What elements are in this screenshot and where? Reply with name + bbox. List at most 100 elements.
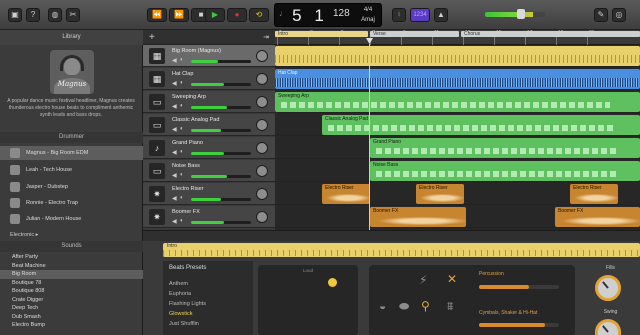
headphones-icon[interactable]: ◐ xyxy=(180,57,184,63)
swing-knob[interactable] xyxy=(595,319,621,335)
track-header[interactable]: ▦ Hat Clap ◀ ◐ xyxy=(143,68,275,90)
track-volume-slider[interactable] xyxy=(191,221,251,224)
track-region[interactable]: Electro Riser xyxy=(322,184,370,204)
track-header[interactable]: ✷ Boomer FX ◀ ◐ xyxy=(143,206,275,228)
mute-icon[interactable]: ◀ xyxy=(172,57,177,64)
preset-item[interactable]: Just Shufflin xyxy=(163,319,253,329)
track-volume-slider[interactable] xyxy=(191,83,251,86)
record-button[interactable]: ● xyxy=(227,8,247,22)
track-header[interactable]: ▭ Sweeping Arp ◀ ◐ xyxy=(143,91,275,113)
track-region[interactable]: Electro Riser xyxy=(416,184,464,204)
track-header[interactable]: ▭ Classic Analog Pad ◀ ◐ xyxy=(143,114,275,136)
track-pan-knob[interactable] xyxy=(256,211,268,223)
headphones-icon[interactable]: ◐ xyxy=(180,80,184,86)
track-volume-slider[interactable] xyxy=(191,152,251,155)
track-pan-knob[interactable] xyxy=(256,188,268,200)
metronome-button[interactable]: ▲ xyxy=(434,8,448,22)
preset-item[interactable]: Flashing Lights xyxy=(163,299,253,309)
cycle-button[interactable]: ⟲ xyxy=(249,8,269,22)
lightning-icon[interactable]: ⚡ xyxy=(419,273,427,287)
library-button[interactable]: ▣ xyxy=(8,8,22,22)
kick-drum-icon[interactable]: ◒ xyxy=(379,299,386,313)
sound-item[interactable]: Beat Machine xyxy=(0,262,143,271)
headphones-icon[interactable]: ◐ xyxy=(180,126,184,132)
percussion-slider[interactable] xyxy=(479,285,559,289)
headphones-icon[interactable]: ◐ xyxy=(180,149,184,155)
editors-button[interactable]: ✂ xyxy=(66,8,80,22)
count-in-button[interactable]: 1234 xyxy=(410,8,430,22)
preset-item[interactable]: Euphoria xyxy=(163,289,253,299)
track-volume-slider[interactable] xyxy=(191,175,251,178)
ruler[interactable]: 13579111315171921IntroVerseChorus xyxy=(275,30,640,45)
drummer-item[interactable]: Leah - Tech House xyxy=(0,163,143,177)
help-button[interactable]: ? xyxy=(26,8,40,22)
hihat-icon[interactable]: ⩩ xyxy=(447,299,453,314)
smart-controls-button[interactable]: ◍ xyxy=(48,8,62,22)
track-region[interactable]: Boomer FX xyxy=(370,207,466,227)
mute-icon[interactable]: ◀ xyxy=(172,103,177,110)
shaker-icon[interactable]: ⚲ xyxy=(421,299,430,313)
mute-icon[interactable]: ◀ xyxy=(172,218,177,225)
tracks-area[interactable]: 13579111315171921IntroVerseChorus Hat Cl… xyxy=(275,30,640,230)
cymbals-slider[interactable] xyxy=(479,323,559,327)
editor-region[interactable]: Intro xyxy=(163,243,640,257)
xy-pad[interactable]: Loud xyxy=(258,265,358,335)
mute-icon[interactable]: ◀ xyxy=(172,149,177,156)
track-pan-knob[interactable] xyxy=(256,96,268,108)
track-pan-knob[interactable] xyxy=(256,50,268,62)
track-region[interactable]: Electro Riser xyxy=(570,184,618,204)
fills-knob[interactable] xyxy=(595,275,621,301)
preset-item[interactable]: Glowstick xyxy=(163,309,253,319)
play-button[interactable]: ▶ xyxy=(205,8,225,22)
playhead[interactable] xyxy=(369,44,370,230)
tuner-button[interactable]: ♮ xyxy=(392,8,406,22)
headphones-icon[interactable]: ◐ xyxy=(180,218,184,224)
track-header[interactable]: ✷ Electro Riser ◀ ◐ xyxy=(143,183,275,205)
mute-icon[interactable]: ◀ xyxy=(172,195,177,202)
sound-item[interactable]: Boutique 78 xyxy=(0,279,143,288)
rewind-button[interactable]: ⏪ xyxy=(147,8,167,22)
sound-item[interactable]: Deep Tech xyxy=(0,304,143,313)
mute-icon[interactable]: ◀ xyxy=(172,126,177,133)
filter-icon[interactable]: ⇥ xyxy=(263,33,269,41)
drummer-item[interactable]: Jasper - Dubstep xyxy=(0,180,143,194)
notepad-button[interactable]: ✎ xyxy=(594,8,608,22)
headphones-icon[interactable]: ◐ xyxy=(180,195,184,201)
loop-browser-button[interactable]: ◎ xyxy=(612,8,626,22)
sound-item[interactable]: Dub Smash xyxy=(0,313,143,322)
xy-pad-puck[interactable] xyxy=(328,278,337,287)
forward-button[interactable]: ⏩ xyxy=(169,8,189,22)
snare-icon[interactable]: ⬬ xyxy=(399,299,409,314)
time-signature[interactable]: 4/4 xyxy=(357,7,379,13)
genre-selector[interactable]: Electronic ▸ xyxy=(10,232,38,238)
sound-item[interactable]: Boutique 808 xyxy=(0,287,143,296)
mute-icon[interactable]: ◀ xyxy=(172,172,177,179)
track-pan-knob[interactable] xyxy=(256,73,268,85)
drummer-item[interactable]: Julian - Modern House xyxy=(0,212,143,226)
master-volume-slider[interactable] xyxy=(485,12,545,17)
headphones-icon[interactable]: ◐ xyxy=(180,172,184,178)
track-pan-knob[interactable] xyxy=(256,119,268,131)
sound-item[interactable]: Big Room xyxy=(0,270,143,279)
mute-icon[interactable]: ◀ xyxy=(172,80,177,87)
preset-item[interactable]: Anthem xyxy=(163,279,253,289)
arrangement-marker[interactable]: Verse xyxy=(370,31,459,37)
arrangement-marker[interactable]: Chorus xyxy=(461,31,640,37)
sound-item[interactable]: Crate Digger xyxy=(0,296,143,305)
track-pan-knob[interactable] xyxy=(256,165,268,177)
lcd-display[interactable]: ♩ 5 1 128 4/4 Amaj xyxy=(274,3,382,27)
sound-item[interactable]: After Party xyxy=(0,253,143,262)
drummer-item[interactable]: Magnus - Big Room EDM xyxy=(0,146,143,160)
key-signature[interactable]: Amaj xyxy=(357,17,379,23)
track-volume-slider[interactable] xyxy=(191,129,251,132)
drumsticks-icon[interactable]: ✕ xyxy=(447,272,457,286)
track-volume-slider[interactable] xyxy=(191,60,251,63)
track-volume-slider[interactable] xyxy=(191,198,251,201)
sound-item[interactable]: Electro Bump xyxy=(0,321,143,330)
track-header[interactable]: ♪ Grand Piano ◀ ◐ xyxy=(143,137,275,159)
track-region[interactable]: Boomer FX xyxy=(555,207,640,227)
track-header[interactable]: ▭ Noise Bass ◀ ◐ xyxy=(143,160,275,182)
track-region[interactable]: Grand Piano xyxy=(370,138,640,158)
track-region[interactable]: Hat Clap xyxy=(275,69,640,89)
headphones-icon[interactable]: ◐ xyxy=(180,103,184,109)
